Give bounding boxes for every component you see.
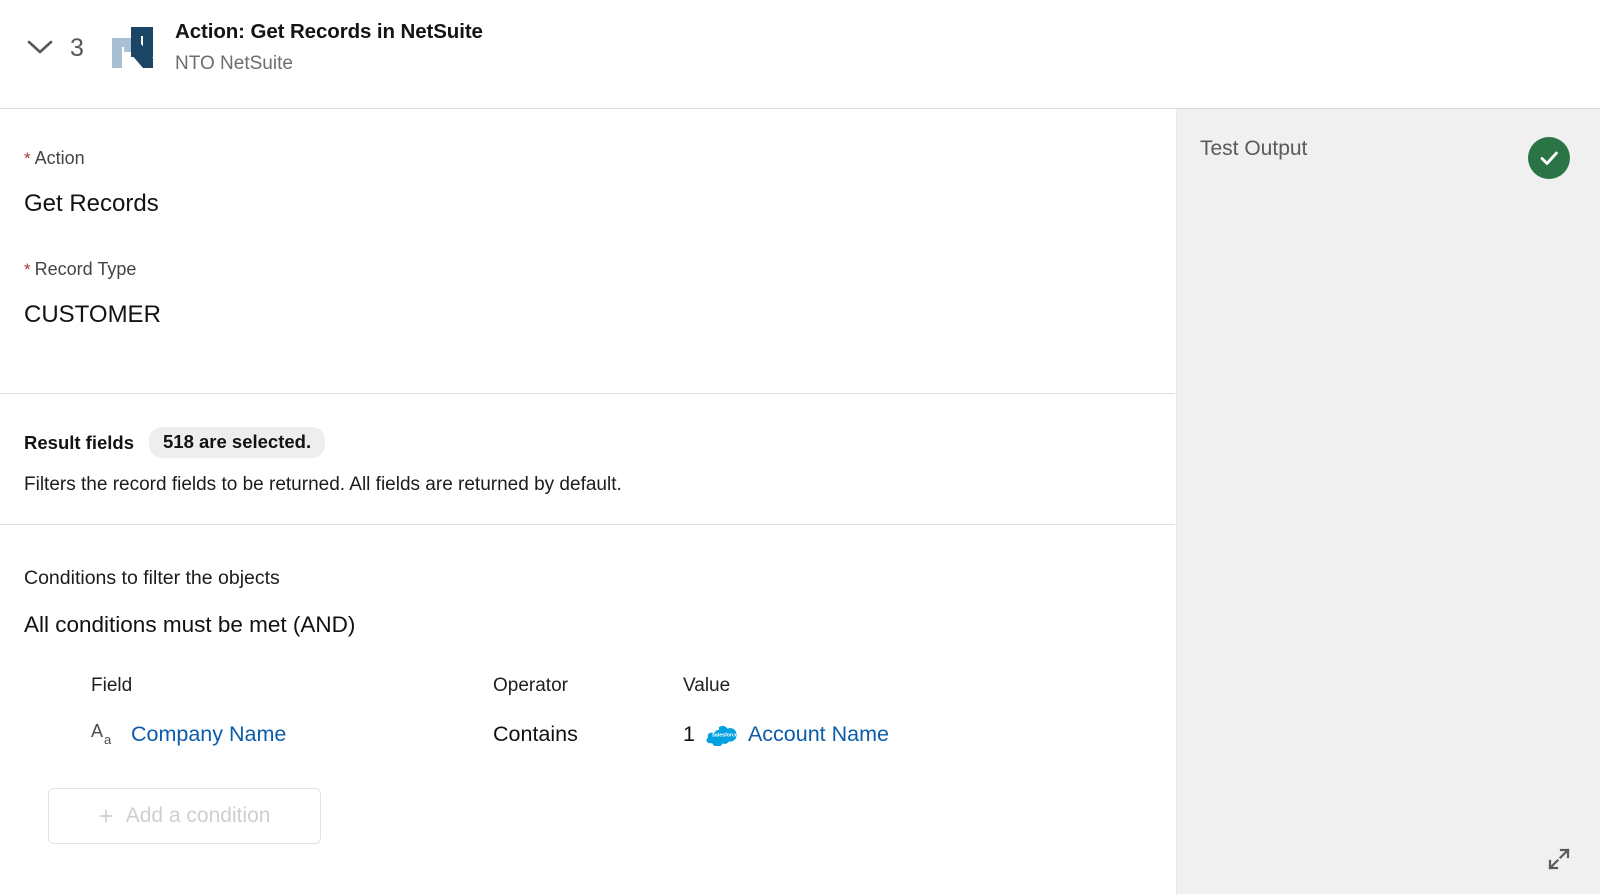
action-field-label: * Action: [24, 147, 1151, 170]
conditions-header-row: Field Operator Value: [91, 674, 1091, 698]
record-type-field-block: * Record Type CUSTOMER: [0, 220, 1175, 331]
result-fields-row: Result fields 518 are selected.: [24, 394, 1151, 458]
conditions-logic-selector[interactable]: All conditions must be met (AND): [24, 610, 1151, 640]
condition-value-index: 1: [683, 722, 695, 746]
result-fields-block: Result fields 518 are selected. Filters …: [0, 394, 1175, 498]
result-fields-count-badge[interactable]: 518 are selected.: [149, 427, 326, 458]
record-type-field-value[interactable]: CUSTOMER: [24, 299, 1151, 331]
table-row: A a Company Name Contains 1 salesforce A…: [91, 720, 1091, 748]
column-header-operator: Operator: [493, 675, 568, 696]
action-label-text: Action: [34, 148, 85, 168]
netsuite-logo: [107, 22, 158, 73]
conditions-block: Conditions to filter the objects All con…: [0, 525, 1175, 844]
svg-text:salesforce: salesforce: [712, 733, 738, 739]
record-type-field-label: * Record Type: [24, 258, 1151, 281]
header-text-group: Action: Get Records in NetSuite NTO NetS…: [175, 18, 483, 78]
condition-operator-value[interactable]: Contains: [493, 720, 578, 748]
conditions-caption: Conditions to filter the objects: [24, 567, 280, 589]
required-asterisk: *: [24, 149, 31, 168]
check-circle-icon: [1528, 137, 1570, 179]
condition-value-link[interactable]: Account Name: [748, 720, 889, 748]
conditions-table: Field Operator Value A a Company Name Co…: [91, 674, 1091, 748]
required-asterisk: *: [24, 260, 31, 279]
test-output-panel: Test Output: [1176, 109, 1600, 894]
page-title: Action: Get Records in NetSuite: [175, 20, 483, 43]
condition-operator-cell: Contains: [493, 720, 683, 748]
svg-text:A: A: [91, 721, 103, 741]
add-condition-label: Add a condition: [125, 804, 271, 827]
svg-text:a: a: [104, 732, 112, 747]
test-output-header: Test Output: [1177, 109, 1600, 189]
test-output-title: Test Output: [1200, 137, 1308, 160]
expand-diagonal-icon[interactable]: [1544, 844, 1574, 874]
config-content-pane: * Action Get Records * Record Type CUSTO…: [0, 109, 1175, 894]
condition-field-cell: A a Company Name: [91, 720, 493, 748]
step-number: 3: [70, 34, 84, 62]
condition-field-link[interactable]: Company Name: [131, 720, 286, 748]
plus-icon: +: [98, 801, 114, 831]
condition-value-cell: 1 salesforce Account Name: [683, 720, 1013, 748]
add-condition-button[interactable]: + Add a condition: [48, 788, 321, 844]
record-type-label-text: Record Type: [34, 259, 137, 279]
action-config-screen: 3 Action: Get Records in NetSuite NTO Ne…: [0, 0, 1600, 894]
text-field-icon: A a: [91, 720, 121, 748]
result-fields-title: Result fields: [24, 431, 134, 453]
action-field-value[interactable]: Get Records: [24, 188, 1151, 220]
step-header: 3 Action: Get Records in NetSuite NTO Ne…: [0, 0, 1600, 109]
action-field-block: * Action Get Records: [0, 109, 1175, 220]
column-header-field: Field: [91, 675, 133, 696]
salesforce-cloud-icon: salesforce: [705, 722, 739, 747]
connection-subtitle: NTO NetSuite: [175, 53, 293, 74]
column-header-value: Value: [683, 675, 731, 696]
chevron-down-icon[interactable]: [22, 32, 58, 62]
result-fields-description: Filters the record fields to be returned…: [24, 474, 622, 495]
